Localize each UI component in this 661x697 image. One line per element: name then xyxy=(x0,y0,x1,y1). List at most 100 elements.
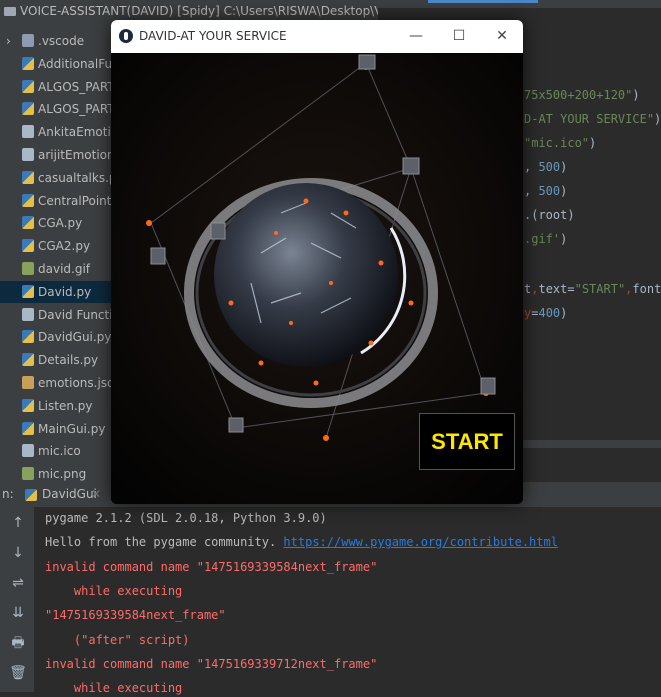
console-line: ("after" script) xyxy=(45,631,190,649)
app-window: DAVID-AT YOUR SERVICE — ☐ ✕ START xyxy=(111,20,523,504)
console-line: invalid command name "1475169339712next_… xyxy=(45,655,377,673)
tree-item-label: david.gif xyxy=(38,262,91,276)
python-file-icon xyxy=(22,170,34,184)
console-text: while executing xyxy=(45,681,183,696)
code-token: ) xyxy=(560,232,568,246)
console-line: while executing xyxy=(45,679,182,697)
tree-item-label: .vscode xyxy=(38,34,85,48)
run-tab-label[interactable]: DavidGui xyxy=(42,482,97,507)
chevron-right-icon[interactable]: › xyxy=(6,30,11,52)
code-token: .(root) xyxy=(524,208,575,222)
minimize-button[interactable]: — xyxy=(396,20,436,53)
print-icon[interactable]: 🖶 xyxy=(8,633,28,653)
tree-item-label: David.py xyxy=(38,284,92,299)
scroll-up-icon[interactable]: ↑ xyxy=(8,513,28,533)
console-line: Hello from the pygame community. https:/… xyxy=(45,533,558,551)
soft-wrap-icon[interactable]: ⇌ xyxy=(8,573,28,593)
code-token: ) xyxy=(560,160,568,174)
maximize-button[interactable]: ☐ xyxy=(439,20,479,53)
code-token: , xyxy=(524,160,539,174)
scroll-down-icon[interactable]: ↓ xyxy=(8,543,28,563)
app-icon xyxy=(119,29,133,43)
python-file-icon xyxy=(22,56,34,70)
code-token: ) xyxy=(589,136,597,150)
code-token: ) xyxy=(654,112,661,126)
code-line: D-AT YOUR SERVICE") xyxy=(524,112,661,126)
python-icon xyxy=(25,489,37,501)
code-line: 75x500+200+120") xyxy=(524,88,640,102)
console-link[interactable]: https://www.pygame.org/contribute.html xyxy=(283,535,558,549)
code-token: 500 xyxy=(538,160,561,174)
image-file-icon xyxy=(22,467,34,481)
tree-item-label: Listen.py xyxy=(38,398,93,413)
console-line: "1475169339584next_frame" xyxy=(45,606,226,624)
console-text: invalid command name "1475169339584next_… xyxy=(45,559,378,574)
animation-canvas: START xyxy=(111,53,523,504)
code-line: , 500) xyxy=(524,160,567,174)
code-line: .(root) xyxy=(524,208,575,222)
code-token: text= xyxy=(538,282,575,296)
file-icon xyxy=(22,444,34,458)
scroll-to-end-icon[interactable]: ⇊ xyxy=(8,603,28,623)
code-token: ) xyxy=(560,306,568,320)
code-token: 400 xyxy=(538,306,561,320)
run-prefix: n: xyxy=(2,487,14,501)
image-file-icon xyxy=(22,262,34,275)
tree-item-label: DavidGui.py xyxy=(38,330,112,345)
file-icon xyxy=(22,376,34,389)
python-file-icon xyxy=(22,421,34,435)
console-text: Hello from the pygame community. xyxy=(45,535,284,550)
code-token: 75x500+200+120" xyxy=(524,88,633,102)
python-file-icon xyxy=(22,193,34,207)
file-icon xyxy=(22,125,34,139)
code-token: "mic.ico" xyxy=(524,136,590,150)
run-toolbar: ↑ ↓ ⇌ ⇊ 🖶 🗑 xyxy=(0,507,34,692)
python-file-icon xyxy=(22,284,34,298)
code-token: ) xyxy=(560,184,568,198)
code-line: y=400) xyxy=(524,306,567,320)
tree-item-label: mic.ico xyxy=(38,444,81,459)
tree-item-label: MainGui.py xyxy=(38,421,106,436)
folder-icon xyxy=(22,34,34,47)
console-text: while executing xyxy=(45,583,183,598)
window-titlebar[interactable]: DAVID-AT YOUR SERVICE — ☐ ✕ xyxy=(111,20,523,53)
python-file-icon xyxy=(22,398,34,412)
code-token: ) xyxy=(632,88,640,102)
python-file-icon xyxy=(22,330,34,344)
console-text: pygame 2.1.2 (SDL 2.0.18, Python 3.9.0) xyxy=(45,511,327,525)
tree-item-label: mic.png xyxy=(38,467,87,482)
run-panel: n: DavidGui ✕ ↑ ↓ ⇌ ⇊ 🖶 🗑 pygame 2.1.2 (SDL 2… xyxy=(0,482,661,695)
close-button[interactable]: ✕ xyxy=(482,20,522,53)
project-root-label: VOICE-ASSISTANT(DAVID) [Spidy] C:\Users\… xyxy=(20,4,378,18)
code-line: .gif') xyxy=(524,232,567,246)
folder-icon xyxy=(4,7,16,16)
file-icon xyxy=(22,148,34,161)
code-line: "mic.ico") xyxy=(524,136,596,150)
console-text: "1475169339584next_frame" xyxy=(45,608,226,623)
start-button[interactable]: START xyxy=(419,413,515,470)
tree-item-label: CGA.py xyxy=(38,216,83,231)
trash-icon[interactable]: 🗑 xyxy=(8,663,28,683)
console-line: while executing xyxy=(45,582,182,600)
python-file-icon xyxy=(22,239,34,253)
python-file-icon xyxy=(22,216,34,230)
python-file-icon xyxy=(22,353,34,367)
console-text: invalid command name "1475169339712next_… xyxy=(45,656,378,671)
close-tab-icon[interactable]: ✕ xyxy=(91,482,101,507)
window-title: DAVID-AT YOUR SERVICE xyxy=(139,29,287,43)
code-token: "START" xyxy=(574,282,626,296)
console-line: pygame 2.1.2 (SDL 2.0.18, Python 3.9.0) xyxy=(45,509,327,527)
tree-item-label: Details.py xyxy=(38,353,99,368)
code-token: 500 xyxy=(538,184,561,198)
code-token: .gif' xyxy=(524,232,561,246)
python-file-icon xyxy=(22,102,34,116)
console-output[interactable]: pygame 2.1.2 (SDL 2.0.18, Python 3.9.0) H… xyxy=(45,507,661,695)
code-token: D-AT YOUR SERVICE" xyxy=(524,112,655,126)
console-line: invalid command name "1475169339584next_… xyxy=(45,558,377,576)
code-line: , 500) xyxy=(524,184,567,198)
python-file-icon xyxy=(22,79,34,93)
code-line: t,text="START",font xyxy=(524,282,661,296)
file-icon xyxy=(22,307,34,321)
active-tab-indicator xyxy=(428,0,538,3)
console-text: ("after" script) xyxy=(45,632,190,647)
